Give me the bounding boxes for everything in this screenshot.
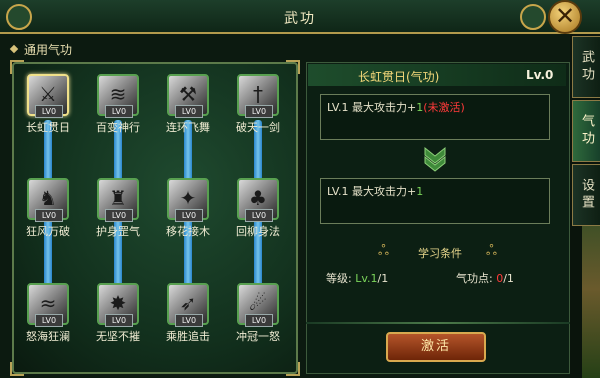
level-requirement: 等级: Lv.1/1 bbox=[326, 270, 388, 286]
tab-martial-arts[interactable]: 武功 bbox=[572, 36, 600, 98]
skill-name: 移花接木 bbox=[166, 225, 210, 238]
points-req-label: 气功点: bbox=[456, 272, 493, 285]
diamond-icon bbox=[9, 44, 19, 54]
effect-value: 1 bbox=[416, 185, 424, 198]
effect-text: LV.1 最大攻击力+ bbox=[327, 185, 417, 198]
tab-qigong[interactable]: 气功 bbox=[572, 100, 600, 162]
skill-slot[interactable]: ♞ LV0 狂风万破 bbox=[23, 178, 73, 238]
skill-slot[interactable]: ⚒ LV0 连环飞舞 bbox=[163, 74, 213, 134]
window-title: 武功 bbox=[284, 11, 316, 27]
skill-level: LV0 bbox=[175, 209, 203, 222]
skill-name: 冲冠一怒 bbox=[236, 330, 280, 343]
corner-ornament bbox=[10, 362, 24, 376]
divider bbox=[306, 322, 570, 324]
skill-slot[interactable]: † LV0 破天一剑 bbox=[233, 74, 283, 134]
skill-name: 乘胜追击 bbox=[166, 330, 210, 343]
skill-slot[interactable]: ☄ LV0 冲冠一怒 bbox=[233, 283, 283, 343]
skill-level: LV0 bbox=[175, 314, 203, 327]
skill-level: LV0 bbox=[35, 209, 63, 222]
close-icon: ✕ bbox=[554, 2, 576, 30]
skill-slot[interactable]: ✸ LV0 无坚不摧 bbox=[93, 283, 143, 343]
section-title: 通用气功 bbox=[24, 43, 73, 57]
skill-slot[interactable]: ➶ LV0 乘胜追击 bbox=[163, 283, 213, 343]
skill-slot[interactable]: ≈ LV0 怒海狂澜 bbox=[23, 283, 73, 343]
edge-decoration bbox=[582, 200, 600, 378]
skill-slot[interactable]: ≋ LV0 百变神行 bbox=[93, 74, 143, 134]
skill-level: LV0 bbox=[105, 314, 133, 327]
level-req-label: 等级: bbox=[326, 272, 352, 285]
points-requirement: 气功点: 0/1 bbox=[456, 270, 514, 286]
corner-ornament bbox=[286, 60, 300, 74]
skill-name: 破天一剑 bbox=[236, 121, 280, 134]
skill-detail-level: Lv.0 bbox=[526, 68, 554, 82]
skill-name: 回柳身法 bbox=[236, 225, 280, 238]
skill-level: LV0 bbox=[245, 209, 273, 222]
ornament-right-icon: ஃ bbox=[486, 243, 497, 259]
close-button[interactable]: ✕ bbox=[548, 0, 582, 34]
skill-level: LV0 bbox=[105, 209, 133, 222]
skill-name: 狂风万破 bbox=[26, 225, 70, 238]
skill-name: 长虹贯日 bbox=[26, 121, 70, 134]
tab-settings[interactable]: 设置 bbox=[572, 164, 600, 226]
effect-text: LV.1 最大攻击力+ bbox=[327, 101, 417, 114]
next-effect-box: LV.1 最大攻击力+1 bbox=[320, 178, 550, 224]
activate-button[interactable]: 激活 bbox=[386, 332, 486, 362]
skill-name: 护身罡气 bbox=[96, 225, 140, 238]
corner-ornament bbox=[10, 60, 24, 74]
inactive-status: (未激活) bbox=[423, 101, 465, 114]
skill-level: LV0 bbox=[35, 314, 63, 327]
skill-slot[interactable]: ✦ LV0 移花接木 bbox=[163, 178, 213, 238]
level-req-required: /1 bbox=[377, 272, 389, 285]
skill-level: LV0 bbox=[35, 105, 63, 118]
corner-ornament bbox=[286, 362, 300, 376]
level-req-current: Lv.1 bbox=[355, 272, 378, 285]
skill-level: LV0 bbox=[245, 105, 273, 118]
chevron-down-icon bbox=[424, 146, 446, 172]
skill-name: 无坚不摧 bbox=[96, 330, 140, 343]
skill-name: 连环飞舞 bbox=[166, 121, 210, 134]
points-req-required: /1 bbox=[503, 272, 514, 285]
skill-name: 怒海狂澜 bbox=[26, 330, 70, 343]
current-effect-box: LV.1 最大攻击力+1(未激活) bbox=[320, 94, 550, 140]
skill-level: LV0 bbox=[175, 105, 203, 118]
section-header: 通用气功 bbox=[4, 38, 300, 60]
skill-level: LV0 bbox=[245, 314, 273, 327]
requirements-title: 学习条件 bbox=[418, 247, 462, 260]
skill-detail-title: 长虹贯日(气功) bbox=[358, 70, 440, 84]
skill-slot[interactable]: ♣ LV0 回柳身法 bbox=[233, 178, 283, 238]
skill-slot[interactable]: ♜ LV0 护身罡气 bbox=[93, 178, 143, 238]
skill-slot[interactable]: ⚔ LV0 长虹贯日 bbox=[23, 74, 73, 134]
skill-level: LV0 bbox=[105, 105, 133, 118]
skill-name: 百变神行 bbox=[96, 121, 140, 134]
